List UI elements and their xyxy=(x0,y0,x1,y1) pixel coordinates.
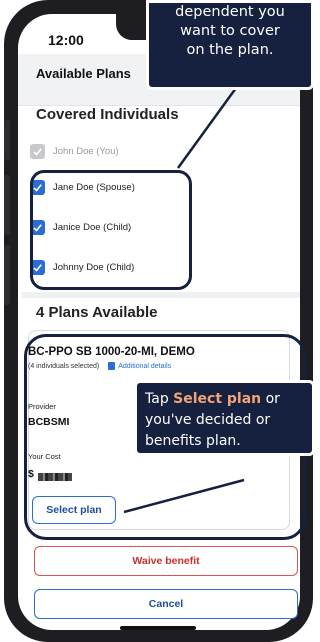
covered-highlight-box xyxy=(30,170,192,290)
side-button xyxy=(4,175,10,235)
callout-top-line: dependent you xyxy=(175,4,285,20)
callout-text: Tap xyxy=(145,391,174,407)
side-button xyxy=(4,245,10,305)
check-icon xyxy=(30,143,45,159)
callout-mid-line: Tap Select plan or xyxy=(145,389,304,410)
callout-mid-line: you've decided or xyxy=(145,412,271,428)
waive-benefit-button[interactable]: Waive benefit xyxy=(34,546,298,576)
callout-mid-line: benefits plan. xyxy=(145,433,241,449)
callout-top-line: on the plan. xyxy=(186,42,274,58)
callout-select-plan: Tap Select plan or you've decided or ben… xyxy=(134,380,315,456)
home-indicator xyxy=(120,626,196,630)
covered-individuals-title: Covered Individuals xyxy=(36,106,179,123)
callout-top: dependent you want to cover on the plan. xyxy=(146,0,314,90)
status-time: 12:00 xyxy=(48,32,84,48)
plans-count-title: 4 Plans Available xyxy=(36,304,158,321)
callout-text: or xyxy=(261,391,280,407)
member-label: John Doe (You) xyxy=(53,145,119,157)
member-checkbox-self[interactable]: John Doe (You) xyxy=(30,142,119,160)
section-divider xyxy=(22,292,300,298)
side-button xyxy=(4,120,10,160)
callout-top-line: want to cover xyxy=(180,23,280,39)
cancel-button[interactable]: Cancel xyxy=(34,589,298,619)
callout-highlight: Select plan xyxy=(173,391,262,407)
page-title: Available Plans xyxy=(36,66,131,81)
